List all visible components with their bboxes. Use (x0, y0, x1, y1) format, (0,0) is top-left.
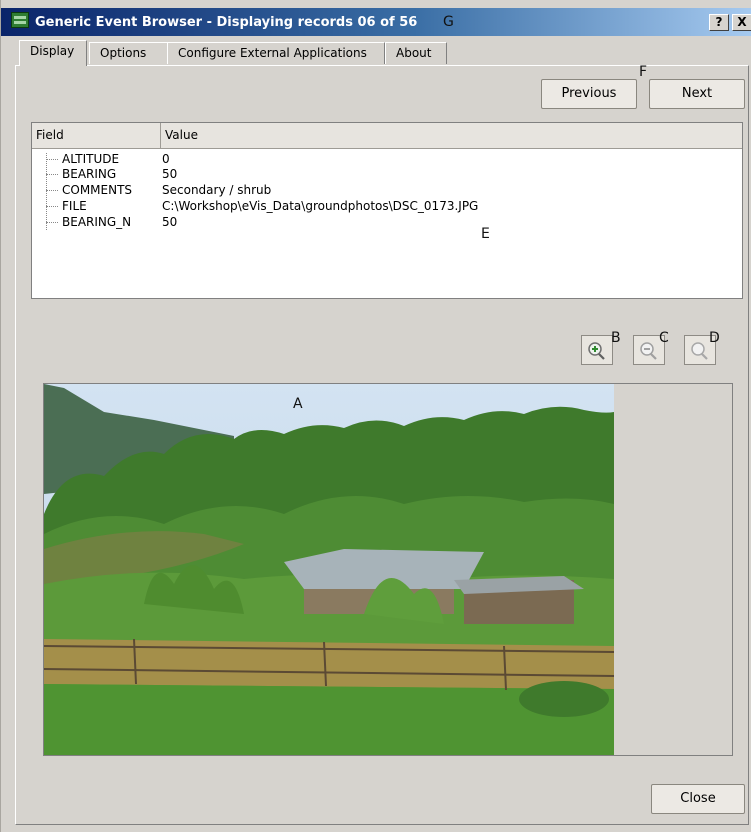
event-photo (44, 384, 615, 755)
tab-configure-external-applications[interactable]: Configure External Applications (167, 42, 385, 64)
tree-branch (46, 159, 58, 160)
annotation-a: A (293, 396, 303, 412)
tab-display[interactable]: Display (19, 40, 87, 66)
table-row[interactable]: BEARING 50 (32, 167, 742, 182)
field-value: 0 (162, 152, 170, 166)
column-header-field[interactable]: Field (32, 123, 160, 148)
tree-branch (46, 190, 58, 191)
annotation-g: G (443, 14, 454, 30)
window-title: Generic Event Browser - Displaying recor… (35, 15, 418, 30)
table-row[interactable]: BEARING_N 50 (32, 215, 742, 230)
image-viewer[interactable] (43, 383, 733, 756)
annotation-f: F (639, 64, 648, 80)
table-row[interactable]: COMMENTS Secondary / shrub (32, 183, 742, 198)
field-name: BEARING (62, 167, 117, 181)
tree-branch (46, 222, 58, 223)
annotation-c: C (659, 330, 669, 346)
field-value: 50 (162, 167, 178, 181)
field-value: C:\Workshop\eVis_Data\groundphotos\DSC_0… (162, 199, 479, 213)
help-button[interactable]: ? (709, 14, 729, 31)
annotation-d: D (709, 330, 720, 346)
table-row[interactable]: FILE C:\Workshop\eVis_Data\groundphotos\… (32, 199, 742, 214)
field-name: COMMENTS (62, 183, 133, 197)
field-name: BEARING_N (62, 215, 132, 229)
close-button[interactable]: Close (651, 784, 745, 814)
field-value: Secondary / shrub (162, 183, 272, 197)
app-icon (11, 12, 29, 28)
tree-branch (46, 206, 58, 207)
column-header-value[interactable]: Value (160, 123, 742, 148)
field-value: 50 (162, 215, 178, 229)
zoom-in-icon (588, 342, 605, 360)
tree-branch (46, 174, 58, 175)
event-browser-window: Generic Event Browser - Displaying recor… (0, 0, 751, 832)
close-window-button[interactable]: X (732, 14, 751, 31)
table-row[interactable]: ALTITUDE 0 (32, 152, 742, 167)
field-name: ALTITUDE (62, 152, 120, 166)
field-name: FILE (62, 199, 87, 213)
zoom-in-button[interactable] (581, 335, 613, 365)
tab-about[interactable]: About (385, 42, 447, 64)
next-button[interactable]: Next (649, 79, 745, 109)
previous-button[interactable]: Previous (541, 79, 637, 109)
attribute-tree[interactable]: Field Value ALTITUDE 0 BEARING 50 COMMEN… (31, 122, 743, 299)
annotation-e: E (481, 226, 490, 242)
annotation-b: B (611, 330, 621, 346)
tree-header: Field Value (32, 123, 742, 149)
